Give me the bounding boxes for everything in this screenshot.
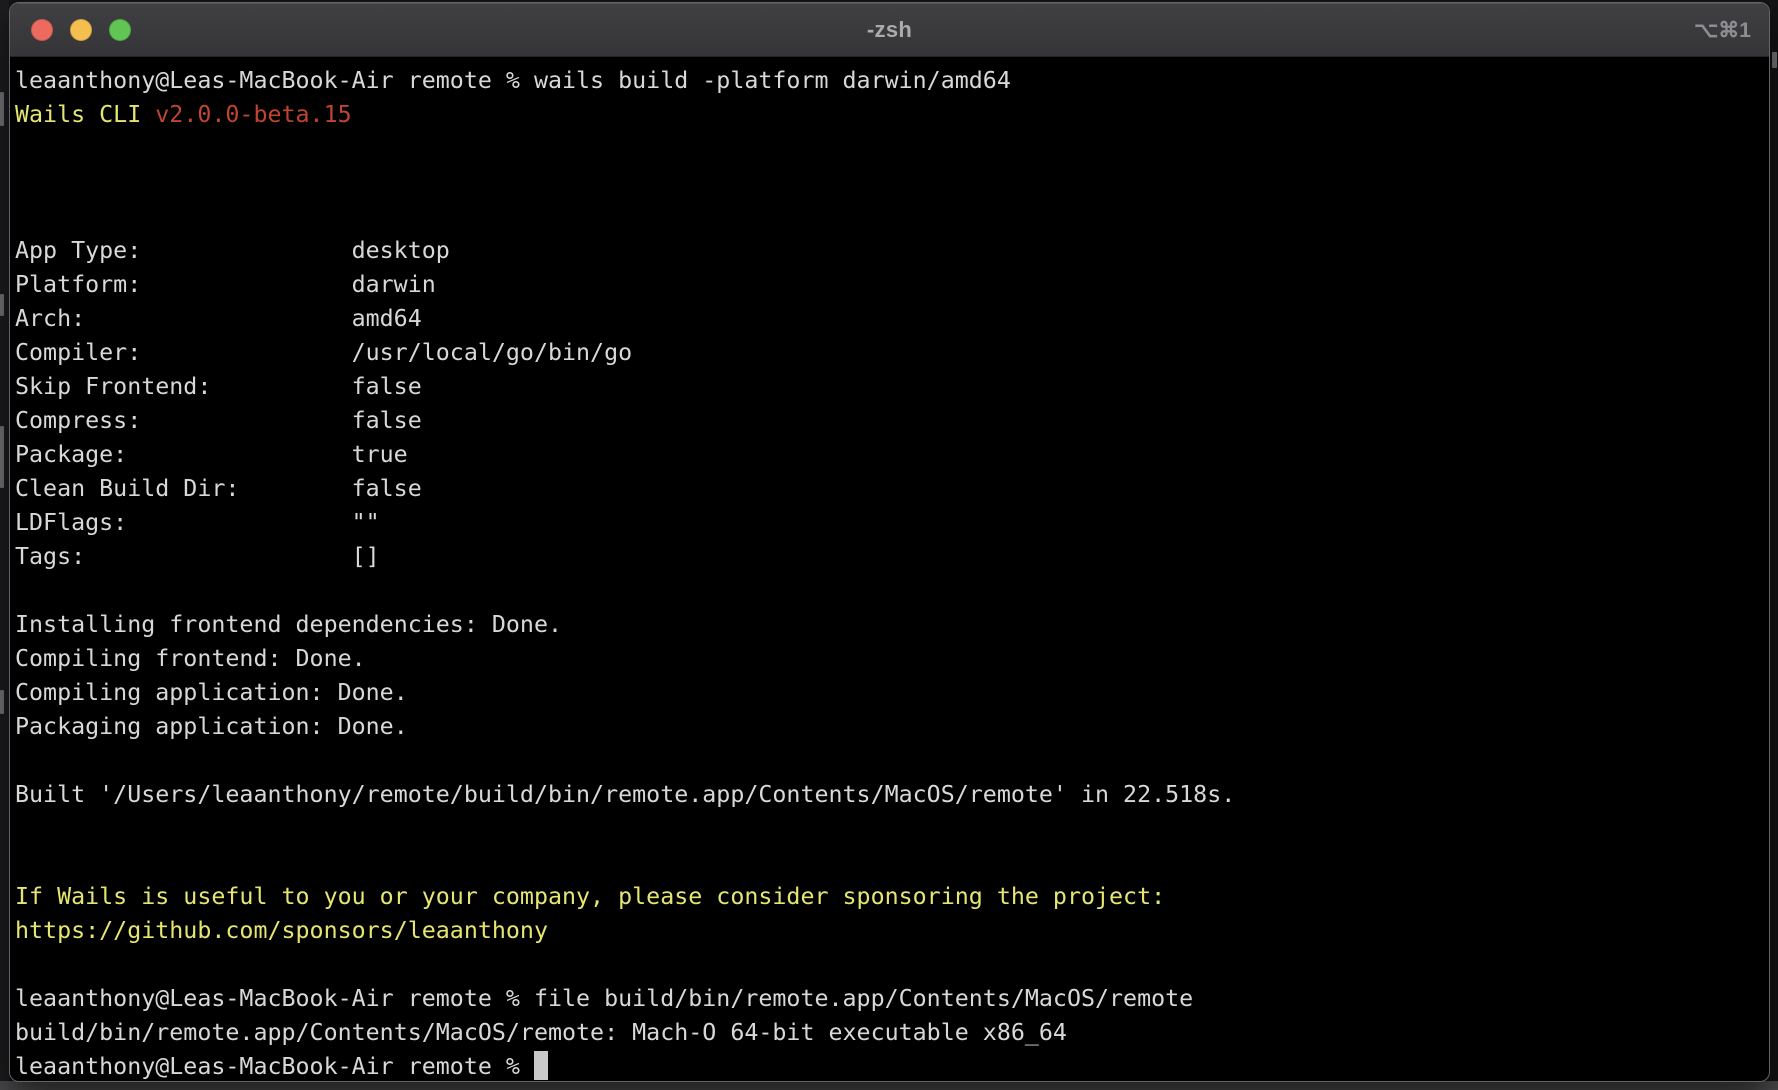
config-key: Clean Build Dir: bbox=[15, 472, 352, 506]
background-window-edge-left bbox=[0, 0, 9, 1081]
terminal-text: leaanthony@Leas-MacBook-Air remote % fil… bbox=[15, 985, 1193, 1012]
config-value: amd64 bbox=[352, 305, 422, 332]
terminal-line bbox=[15, 574, 1763, 608]
terminal-line: Clean Build Dir:false bbox=[15, 472, 1763, 506]
terminal-text: Compiling frontend: Done. bbox=[15, 645, 366, 672]
terminal-line bbox=[15, 200, 1763, 234]
terminal-line: Arch:amd64 bbox=[15, 302, 1763, 336]
background-window-fragment bbox=[0, 690, 4, 714]
config-key: Skip Frontend: bbox=[15, 370, 352, 404]
terminal-line bbox=[15, 166, 1763, 200]
background-window-fragment bbox=[0, 294, 4, 316]
config-value: [] bbox=[352, 543, 380, 570]
terminal-line: Compiling application: Done. bbox=[15, 676, 1763, 710]
terminal-line bbox=[15, 846, 1763, 880]
terminal-line: Platform:darwin bbox=[15, 268, 1763, 302]
config-key: Compress: bbox=[15, 404, 352, 438]
terminal-text: leaanthony@Leas-MacBook-Air remote % bbox=[15, 1053, 534, 1080]
terminal-line: App Type:desktop bbox=[15, 234, 1763, 268]
config-key: LDFlags: bbox=[15, 506, 352, 540]
terminal-line: leaanthony@Leas-MacBook-Air remote % fil… bbox=[15, 982, 1763, 1016]
terminal-line: Compiler:/usr/local/go/bin/go bbox=[15, 336, 1763, 370]
terminal-line: build/bin/remote.app/Contents/MacOS/remo… bbox=[15, 1016, 1763, 1050]
terminal-content[interactable]: leaanthony@Leas-MacBook-Air remote % wai… bbox=[10, 57, 1769, 1082]
terminal-line: Wails CLI v2.0.0-beta.15 bbox=[15, 98, 1763, 132]
desktop: -zsh ⌥⌘1 leaanthony@Leas-MacBook-Air rem… bbox=[0, 0, 1778, 1090]
config-value: desktop bbox=[352, 237, 450, 264]
terminal-text: Compiling application: Done. bbox=[15, 679, 408, 706]
terminal-window: -zsh ⌥⌘1 leaanthony@Leas-MacBook-Air rem… bbox=[9, 2, 1770, 1082]
background-window-fragment bbox=[0, 426, 4, 488]
config-key: App Type: bbox=[15, 234, 352, 268]
terminal-line: leaanthony@Leas-MacBook-Air remote % bbox=[15, 1050, 1763, 1082]
config-value: "" bbox=[352, 509, 380, 536]
titlebar[interactable]: -zsh ⌥⌘1 bbox=[10, 3, 1769, 57]
terminal-line: Compiling frontend: Done. bbox=[15, 642, 1763, 676]
terminal-line: Skip Frontend:false bbox=[15, 370, 1763, 404]
background-window-fragment bbox=[1772, 52, 1777, 68]
terminal-line bbox=[15, 744, 1763, 778]
config-value: darwin bbox=[352, 271, 436, 298]
terminal-text: Built '/Users/leaanthony/remote/build/bi… bbox=[15, 781, 1235, 808]
config-key: Arch: bbox=[15, 302, 352, 336]
terminal-text: If Wails is useful to you or your compan… bbox=[15, 883, 1165, 910]
terminal-text: v2.0.0-beta.15 bbox=[155, 101, 351, 128]
background-window-edge-bottom bbox=[0, 1081, 1778, 1090]
config-value: false bbox=[352, 373, 422, 400]
terminal-line: If Wails is useful to you or your compan… bbox=[15, 880, 1763, 914]
terminal-text: Wails CLI bbox=[15, 101, 155, 128]
window-title: -zsh bbox=[10, 3, 1769, 57]
terminal-line: Tags:[] bbox=[15, 540, 1763, 574]
terminal-line: Package:true bbox=[15, 438, 1763, 472]
config-key: Platform: bbox=[15, 268, 352, 302]
config-value: true bbox=[352, 441, 408, 468]
terminal-line bbox=[15, 948, 1763, 982]
terminal-line: Packaging application: Done. bbox=[15, 710, 1763, 744]
config-key: Tags: bbox=[15, 540, 352, 574]
config-value: false bbox=[352, 475, 422, 502]
background-window-fragment bbox=[0, 92, 4, 126]
terminal-line: LDFlags:"" bbox=[15, 506, 1763, 540]
terminal-text: Packaging application: Done. bbox=[15, 713, 408, 740]
terminal-text: Installing frontend dependencies: Done. bbox=[15, 611, 562, 638]
terminal-line: Compress:false bbox=[15, 404, 1763, 438]
config-value: false bbox=[352, 407, 422, 434]
terminal-cursor bbox=[534, 1051, 548, 1080]
config-key: Compiler: bbox=[15, 336, 352, 370]
terminal-line: Installing frontend dependencies: Done. bbox=[15, 608, 1763, 642]
terminal-line bbox=[15, 132, 1763, 166]
config-key: Package: bbox=[15, 438, 352, 472]
terminal-line: Built '/Users/leaanthony/remote/build/bi… bbox=[15, 778, 1763, 812]
window-shortcut-badge: ⌥⌘1 bbox=[1694, 3, 1751, 57]
terminal-text: build/bin/remote.app/Contents/MacOS/remo… bbox=[15, 1019, 1067, 1046]
terminal-line: https://github.com/sponsors/leaanthony bbox=[15, 914, 1763, 948]
terminal-line bbox=[15, 812, 1763, 846]
sponsor-url[interactable]: https://github.com/sponsors/leaanthony bbox=[15, 917, 548, 944]
config-value: /usr/local/go/bin/go bbox=[352, 339, 633, 366]
terminal-line: leaanthony@Leas-MacBook-Air remote % wai… bbox=[15, 64, 1763, 98]
terminal-text: leaanthony@Leas-MacBook-Air remote % wai… bbox=[15, 67, 1011, 94]
